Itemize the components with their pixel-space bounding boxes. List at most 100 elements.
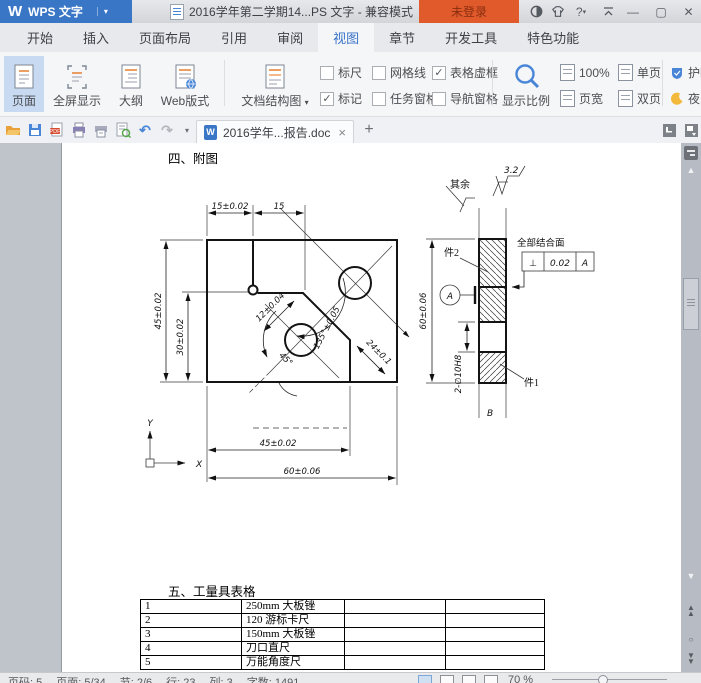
view-fullscreen-button[interactable]: 全屏显示	[46, 56, 108, 112]
print-preview-icon[interactable]	[92, 121, 110, 139]
close-icon[interactable]: ✕	[676, 0, 701, 23]
checkbox-nav-pane-label: 导航窗格	[450, 92, 499, 106]
chevron-down-icon: ▾	[304, 98, 309, 107]
two-pages-button[interactable]: 双页	[618, 90, 661, 107]
tab-section[interactable]: 章节	[374, 23, 430, 52]
checkbox-icon	[320, 65, 334, 80]
checkbox-table-gridlines[interactable]: ✓ 表格虚框	[432, 64, 498, 81]
close-tab-icon[interactable]: ×	[338, 125, 346, 140]
table-row: 1 250mm 大板锉	[141, 600, 545, 614]
checkbox-ruler[interactable]: 标尺	[320, 64, 362, 81]
document-tab-label: 2016学年...报告.doc	[223, 125, 331, 140]
checkbox-markup[interactable]: ✓ 标记	[320, 90, 362, 107]
checkbox-checked-icon: ✓	[320, 91, 334, 106]
document-area: 四、附图 15±0.02 15 45±0.02 30±0.02 12±0.04 …	[0, 143, 701, 672]
row-no: 4	[141, 642, 242, 656]
document-map-button[interactable]: 文档结构图 ▾	[232, 56, 318, 112]
tolerance-datum: A	[581, 259, 588, 269]
axis-y-label: Y	[147, 419, 154, 429]
tab-home[interactable]: 开始	[12, 23, 68, 52]
row-col3	[345, 628, 446, 642]
app-menu-button[interactable]: W WPS 文字 ▾	[0, 0, 132, 23]
checkbox-gridlines-label: 网格线	[390, 66, 427, 80]
checkbox-task-pane[interactable]: 任务窗格	[372, 90, 438, 107]
page-view-icon	[10, 62, 38, 92]
dim-30-vertical: 30±0.02	[176, 319, 186, 356]
tab-insert[interactable]: 插入	[68, 23, 124, 52]
login-button[interactable]: 未登录	[419, 0, 519, 23]
chevron-down-icon[interactable]: ▾	[96, 7, 108, 16]
dim-12: 12±0.04	[254, 291, 287, 324]
maximize-icon[interactable]: ▢	[648, 0, 674, 23]
row-name: 万能角度尺	[242, 656, 345, 670]
page-width-label: 页宽	[579, 92, 604, 106]
checkbox-nav-pane[interactable]: 导航窗格	[432, 90, 498, 107]
save-icon[interactable]	[26, 121, 44, 139]
new-tab-icon[interactable]: +	[360, 121, 378, 139]
wps-logo-icon: W	[8, 3, 23, 20]
help-icon[interactable]: ? ▾	[568, 0, 594, 23]
dim-24: 24±0.1	[364, 338, 393, 367]
checkbox-icon	[372, 91, 386, 106]
scroll-down-icon[interactable]: ▼	[683, 571, 699, 581]
row-no: 1	[141, 600, 242, 614]
section-b-label: B	[487, 409, 493, 419]
window-title-text: 2016学年第二学期14...PS 文字 - 兼容模式	[189, 5, 414, 19]
vertical-scrollbar[interactable]: ▲ ▼ ▲ ▲ ○ ▼ ▼	[681, 143, 701, 672]
night-mode-label: 夜间	[688, 92, 701, 106]
tab-list-icon[interactable]	[660, 121, 678, 139]
tab-page-layout[interactable]: 页面布局	[124, 23, 206, 52]
row-col4	[446, 656, 545, 670]
dim-15: 15	[274, 202, 285, 212]
reading-toolbar-icon[interactable]	[684, 146, 698, 160]
moon-icon	[670, 92, 683, 105]
view-outline-button[interactable]: 大纲	[110, 56, 152, 112]
view-web-layout-button[interactable]: Web版式	[154, 56, 216, 112]
page-width-button[interactable]: 页宽	[560, 90, 603, 107]
theme-icon[interactable]	[524, 0, 548, 23]
svg-text:PDF: PDF	[50, 129, 62, 135]
tab-developer[interactable]: 开发工具	[430, 23, 512, 52]
tolerance-symbol: ⊥	[529, 259, 537, 269]
doc-preview-icon[interactable]	[114, 121, 132, 139]
tab-review[interactable]: 审阅	[262, 23, 318, 52]
print-icon[interactable]	[70, 121, 88, 139]
checkbox-gridlines[interactable]: 网格线	[372, 64, 426, 81]
tab-special-features[interactable]: 特色功能	[512, 23, 594, 52]
toolbar-more-icon[interactable]: ▾	[178, 121, 196, 139]
redo-icon[interactable]: ↷	[158, 121, 176, 139]
dim-holes: 2-∅10H8	[454, 354, 464, 393]
scrollbar-thumb[interactable]	[683, 278, 699, 330]
open-folder-icon[interactable]	[4, 121, 22, 139]
undo-icon[interactable]: ↶	[136, 121, 154, 139]
web-layout-icon	[171, 62, 199, 92]
zoom-slider[interactable]	[552, 679, 667, 680]
tab-references[interactable]: 引用	[206, 23, 262, 52]
document-tab[interactable]: W 2016学年...报告.doc ×	[196, 120, 354, 143]
skin-icon[interactable]	[546, 0, 570, 23]
select-browse-object-icon[interactable]: ○	[683, 635, 699, 644]
row-name: 250mm 大板锉	[242, 600, 345, 614]
technical-drawing: 15±0.02 15 45±0.02 30±0.02 12±0.04 135°±…	[145, 165, 595, 485]
row-no: 5	[141, 656, 242, 670]
collapse-ribbon-icon[interactable]	[596, 0, 620, 23]
export-pdf-icon[interactable]: PDF	[48, 121, 66, 139]
one-page-button[interactable]: 单页	[618, 64, 661, 81]
tab-view[interactable]: 视图	[318, 23, 375, 52]
zoom-ratio-button[interactable]: 显示比例	[498, 56, 554, 112]
row-no: 2	[141, 614, 242, 628]
night-mode-button[interactable]: 夜间	[670, 90, 701, 107]
next-page-icon[interactable]: ▼ ▼	[683, 652, 699, 666]
zoom-100-button[interactable]: 100%	[560, 64, 610, 81]
view-web-label: Web版式	[160, 94, 210, 108]
one-page-label: 单页	[637, 66, 662, 80]
scroll-up-icon[interactable]: ▲	[683, 165, 699, 175]
previous-page-icon[interactable]: ▲ ▲	[683, 604, 699, 618]
eye-protection-button[interactable]: 护眼	[670, 64, 701, 81]
dim-45-vertical: 45±0.02	[154, 293, 164, 330]
view-page-button[interactable]: 页面	[4, 56, 44, 112]
document-page[interactable]: 四、附图 15±0.02 15 45±0.02 30±0.02 12±0.04 …	[62, 143, 681, 672]
minimize-icon[interactable]: —	[620, 0, 646, 23]
fullscreen-icon	[63, 62, 91, 92]
arrange-windows-icon[interactable]	[682, 121, 700, 139]
